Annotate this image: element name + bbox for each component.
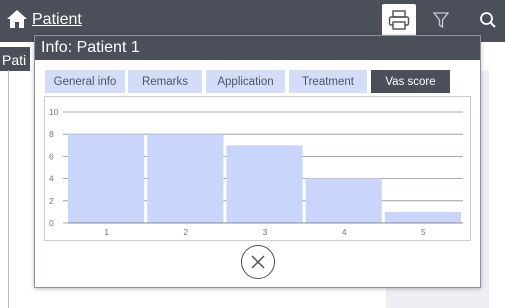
print-button[interactable] xyxy=(382,4,416,36)
y-tick-label: 0 xyxy=(49,218,54,228)
x-tick-label: 2 xyxy=(183,227,188,237)
vas-score-chart-svg: 02468101 2 3 4 5 xyxy=(49,107,463,237)
tab-application[interactable]: Application xyxy=(206,70,285,93)
x-tick-label: 5 xyxy=(421,227,426,237)
close-button[interactable] xyxy=(241,245,275,279)
bar-4 xyxy=(305,178,382,223)
y-tick-label: 4 xyxy=(49,174,54,184)
y-tick-label: 8 xyxy=(49,129,54,139)
tab-general-info[interactable]: General info xyxy=(45,70,125,93)
y-tick-label: 6 xyxy=(49,151,54,161)
bar-5 xyxy=(384,211,461,223)
y-tick-label: 10 xyxy=(49,107,59,117)
search-button[interactable] xyxy=(474,4,502,36)
filter-icon xyxy=(433,12,449,29)
bar-3 xyxy=(226,145,303,223)
printer-icon xyxy=(388,10,410,30)
search-icon xyxy=(480,12,496,28)
tab-remarks[interactable]: Remarks xyxy=(128,70,202,93)
y-tick-label: 2 xyxy=(49,196,54,206)
x-tick-label: 3 xyxy=(263,227,268,237)
dialog-header: Info: Patient 1 xyxy=(35,36,480,60)
page-title[interactable]: Patient xyxy=(32,11,82,29)
home-icon[interactable] xyxy=(6,9,28,29)
divider xyxy=(8,70,9,308)
bar-2 xyxy=(147,134,224,223)
dialog-title: Info: Patient 1 xyxy=(41,39,140,56)
side-label: Pati xyxy=(0,47,30,71)
tab-treatment[interactable]: Treatment xyxy=(289,70,367,93)
close-circle-icon xyxy=(251,255,265,269)
tab-vas-score[interactable]: Vas score xyxy=(371,70,450,93)
vas-score-chart: 0 2 4 6 8 10 1 2 3 4 5 xyxy=(44,96,471,241)
patient-info-dialog: Info: Patient 1 General info Remarks App… xyxy=(34,35,481,288)
x-tick-label: 4 xyxy=(342,227,347,237)
x-tick-label: 1 xyxy=(104,227,109,237)
filter-button[interactable] xyxy=(424,4,458,36)
bar-1 xyxy=(68,134,145,223)
